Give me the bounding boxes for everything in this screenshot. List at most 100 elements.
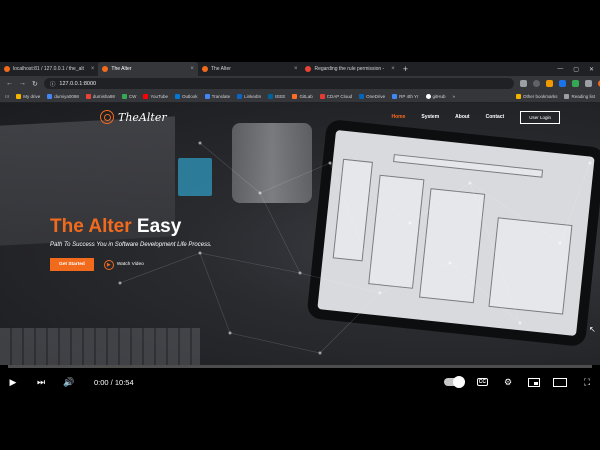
bookmark-label: OneDrive bbox=[366, 94, 386, 99]
bookmark-label: GitLab bbox=[299, 94, 313, 99]
hero-title-word: Easy bbox=[136, 216, 182, 237]
bookmark-icon bbox=[16, 94, 22, 99]
bookmark-label: Other bookmarks bbox=[522, 94, 558, 99]
bookmark[interactable]: LinkedIn bbox=[237, 94, 261, 99]
close-window-icon[interactable]: ✕ bbox=[589, 66, 594, 73]
puzzle-icon[interactable] bbox=[584, 80, 592, 87]
autoplay-toggle[interactable] bbox=[443, 376, 465, 388]
share-icon[interactable] bbox=[519, 80, 527, 87]
github-icon bbox=[425, 94, 431, 99]
scroll-arrow-icon[interactable]: ↖ bbox=[589, 325, 596, 334]
next-icon[interactable]: ⏭ bbox=[34, 375, 48, 389]
nav-home[interactable]: Home bbox=[391, 114, 405, 120]
tab-label: The Alter bbox=[111, 66, 132, 72]
reading-list[interactable]: Reading list bbox=[564, 94, 595, 99]
new-tab-button[interactable]: + bbox=[403, 64, 408, 74]
bookmark[interactable]: OneDrive bbox=[359, 94, 385, 99]
bookmark[interactable]: CW bbox=[121, 94, 136, 99]
bookmark[interactable]: RP 4th Yr bbox=[392, 94, 419, 99]
bookmark[interactable]: IEEE bbox=[268, 94, 285, 99]
browser-tab[interactable]: The Alter × bbox=[198, 62, 302, 76]
extension-icon[interactable] bbox=[571, 80, 579, 87]
extensions: ⋮ bbox=[519, 80, 600, 87]
play-icon[interactable]: ▶ bbox=[6, 375, 20, 389]
minimize-icon[interactable]: — bbox=[557, 66, 563, 73]
bookmark-label: YouTube bbox=[150, 94, 169, 99]
window-controls: — ▢ ✕ bbox=[557, 66, 600, 73]
address-bar[interactable]: ⓘ 127.0.0.1:8000 bbox=[43, 78, 514, 89]
watch-video-link[interactable]: ▶ Watch Video bbox=[103, 259, 144, 270]
bookmarks-bar: ⁝⁝⁝ My drive dumiya0098 dumisha98 CW You… bbox=[0, 91, 600, 103]
bookmark-icon bbox=[85, 94, 91, 99]
volume-icon[interactable]: 🔊 bbox=[62, 375, 76, 389]
address-toolbar: ← → ↻ ⓘ 127.0.0.1:8000 ⋮ bbox=[0, 76, 600, 91]
linkedin-icon bbox=[237, 94, 243, 99]
settings-gear-icon[interactable]: ⚙ bbox=[501, 375, 515, 389]
bookmark-label: dumisha98 bbox=[92, 94, 115, 99]
bookmark[interactable]: dumiya0098 bbox=[47, 94, 79, 99]
nav-contact[interactable]: Contact bbox=[486, 114, 505, 120]
bookmark-label: CDAP Cloud bbox=[326, 94, 353, 99]
nav-system[interactable]: System bbox=[421, 114, 439, 120]
captions-button[interactable]: CC bbox=[476, 378, 488, 386]
get-started-button[interactable]: Get Started bbox=[50, 258, 94, 271]
tab-label: localhost:81 / 127.0.0.1 / the_alt bbox=[13, 66, 84, 72]
favicon-icon bbox=[102, 66, 109, 72]
bookmark-label: My drive bbox=[23, 94, 41, 99]
reload-icon[interactable]: ↻ bbox=[32, 80, 38, 88]
miniplayer-icon[interactable] bbox=[528, 377, 540, 387]
bookmark-label: gitHub bbox=[432, 94, 446, 99]
bookmark[interactable]: GitLab bbox=[292, 94, 313, 99]
nav-about[interactable]: About bbox=[455, 114, 469, 120]
star-icon[interactable] bbox=[532, 80, 540, 87]
tab-label: Regarding the rule permission - bbox=[314, 66, 385, 72]
close-icon[interactable]: × bbox=[391, 66, 395, 72]
bookmark-label: dumiya0098 bbox=[54, 94, 79, 99]
translate-icon bbox=[204, 94, 210, 99]
youtube-icon bbox=[143, 94, 149, 99]
info-icon: ⓘ bbox=[49, 81, 56, 88]
user-login-button[interactable]: User Login bbox=[520, 110, 560, 124]
close-icon[interactable]: × bbox=[91, 66, 95, 72]
site-menu: Home System About Contact User Login bbox=[391, 110, 560, 124]
bookmark-label: Translate bbox=[211, 94, 231, 99]
browser-tab[interactable]: Regarding the rule permission - × bbox=[301, 62, 398, 76]
reading-list-icon bbox=[564, 94, 570, 99]
website-page: TheAlter Home System About Contact User … bbox=[0, 103, 600, 365]
url-text: 127.0.0.1:8000 bbox=[59, 80, 97, 87]
bookmark[interactable]: CDAP Cloud bbox=[319, 94, 353, 99]
site-logo[interactable]: TheAlter bbox=[100, 110, 167, 124]
bookmark-icon bbox=[268, 94, 274, 99]
outlook-icon bbox=[175, 94, 181, 99]
favicon-icon bbox=[4, 66, 10, 72]
browser-tab[interactable]: localhost:81 / 127.0.0.1 / the_alt × bbox=[0, 62, 98, 76]
bookmark[interactable]: YouTube bbox=[143, 94, 168, 99]
bookmark[interactable]: Translate bbox=[204, 94, 231, 99]
close-icon[interactable]: × bbox=[294, 66, 298, 72]
maximize-icon[interactable]: ▢ bbox=[573, 66, 579, 73]
bookmark-label: LinkedIn bbox=[244, 94, 262, 99]
play-circle-icon: ▶ bbox=[103, 259, 114, 270]
bookmark-label: IEEE bbox=[275, 94, 286, 99]
extension-icon[interactable] bbox=[545, 80, 553, 87]
bookmark-folder[interactable]: Other bookmarks bbox=[515, 94, 558, 99]
theater-mode-icon[interactable] bbox=[553, 377, 567, 387]
browser-tab-active[interactable]: The Alter × bbox=[98, 62, 198, 76]
forward-icon[interactable]: → bbox=[19, 80, 26, 87]
gmail-icon bbox=[305, 66, 312, 72]
bookmark-icon bbox=[47, 94, 53, 99]
bookmark[interactable]: gitHub bbox=[425, 94, 446, 99]
bookmark[interactable]: My drive bbox=[16, 94, 40, 99]
chevron-icon[interactable]: » bbox=[453, 94, 456, 99]
hero-title: The Alter Easy bbox=[50, 216, 310, 238]
extension-icon[interactable] bbox=[558, 80, 566, 87]
close-icon[interactable]: × bbox=[190, 66, 194, 72]
video-controls: ▶ ⏭ 🔊 0:00 / 10:54 CC ⚙ ⛶ bbox=[0, 368, 600, 396]
back-icon[interactable]: ← bbox=[6, 80, 13, 87]
bookmark-label: RP 4th Yr bbox=[399, 94, 419, 99]
bookmark[interactable]: dumisha98 bbox=[85, 94, 115, 99]
bookmark-label: Reading list bbox=[571, 94, 595, 99]
fullscreen-icon[interactable]: ⛶ bbox=[580, 375, 594, 389]
apps-icon[interactable]: ⁝⁝⁝ bbox=[5, 94, 9, 100]
bookmark[interactable]: Outlook bbox=[175, 94, 198, 99]
